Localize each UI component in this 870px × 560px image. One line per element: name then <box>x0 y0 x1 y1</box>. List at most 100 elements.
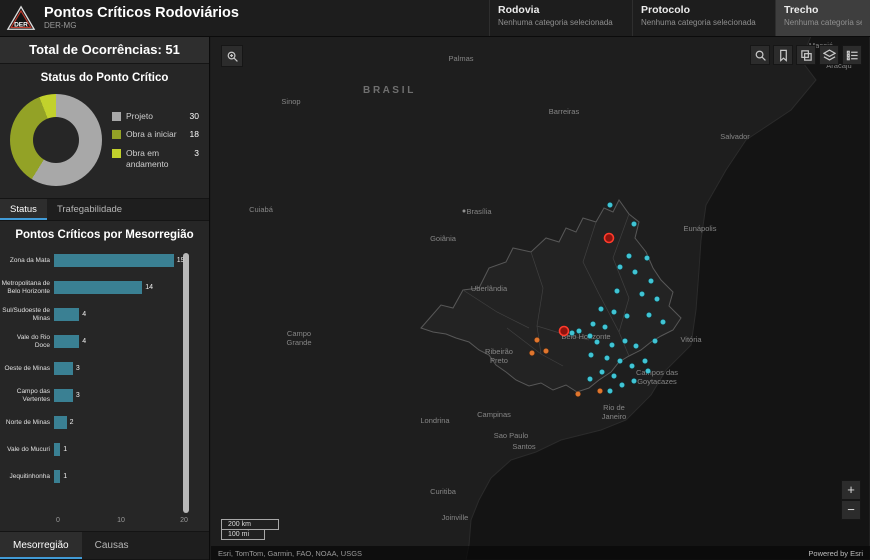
map-container[interactable]: B R A S I LPalmasMaceióAracajuSalvadorSi… <box>211 36 870 560</box>
map-point-orange[interactable] <box>575 391 580 396</box>
bar-row[interactable]: Oeste de Minas3 <box>0 355 209 382</box>
scale-km-label: 200 km <box>221 519 279 530</box>
map-label: Campos dasGoytacazes <box>636 368 678 386</box>
page-title: Pontos Críticos Rodoviários <box>44 6 239 21</box>
map-point-cyan[interactable] <box>619 382 624 387</box>
map-point-cyan[interactable] <box>617 264 622 269</box>
brasilia-capital-dot <box>463 210 466 213</box>
map-point-cyan[interactable] <box>660 319 665 324</box>
bar[interactable] <box>54 254 174 267</box>
map-point-cyan[interactable] <box>622 338 627 343</box>
map-point-cyan[interactable] <box>642 358 647 363</box>
filter-trecho[interactable]: TrechoNenhuma categoria selecionada <box>775 0 870 36</box>
map-point-cyan[interactable] <box>604 355 609 360</box>
bar-row[interactable]: Campo das Vertentes3 <box>0 382 209 409</box>
map-point-cyan[interactable] <box>614 288 619 293</box>
bar[interactable] <box>54 308 79 321</box>
map-point-cyan[interactable] <box>611 373 616 378</box>
logo-text: DER <box>14 21 28 28</box>
page-subtitle: DER-MG <box>44 22 239 30</box>
chart-scrollbar[interactable] <box>183 253 189 513</box>
map-point-cyan[interactable] <box>609 342 614 347</box>
bar-row[interactable]: Metropolitana de Belo Horizonte14 <box>0 274 209 301</box>
map-point-cyan[interactable] <box>626 253 631 258</box>
map-point-cyan[interactable] <box>648 278 653 283</box>
bar[interactable] <box>54 362 73 375</box>
map-point-cyan[interactable] <box>617 358 622 363</box>
zoom-in-button[interactable]: + <box>841 480 861 500</box>
map-point-cyan[interactable] <box>645 368 650 373</box>
map-point-cyan[interactable] <box>587 333 592 338</box>
map-point-cyan[interactable] <box>594 339 599 344</box>
map-point-cyan[interactable] <box>632 269 637 274</box>
map-point-cyan[interactable] <box>590 321 595 326</box>
map-canvas[interactable]: B R A S I LPalmasMaceióAracajuSalvadorSi… <box>211 36 870 560</box>
map-point-cyan[interactable] <box>598 306 603 311</box>
bar[interactable] <box>54 335 79 348</box>
filter-value: Nenhuma categoria selecionada <box>784 18 862 27</box>
map-point-cyan[interactable] <box>607 202 612 207</box>
layers-button[interactable] <box>819 45 839 65</box>
legend-item[interactable]: Projeto30 <box>112 111 199 122</box>
filter-label: Protocolo <box>641 4 767 16</box>
tab-trafegabilidade[interactable]: Trafegabilidade <box>47 199 132 220</box>
filter-rodovia[interactable]: RodoviaNenhuma categoria selecionada <box>489 0 632 36</box>
map-point-cyan[interactable] <box>611 309 616 314</box>
status-donut-chart[interactable] <box>10 94 102 186</box>
map-point-cyan[interactable] <box>629 363 634 368</box>
map-point-orange[interactable] <box>597 388 602 393</box>
bar-category-label: Vale do Mucuri <box>0 446 54 453</box>
tab-mesorregiao[interactable]: Mesorregião <box>0 532 82 559</box>
filter-protocolo[interactable]: ProtocoloNenhuma categoria selecionada <box>632 0 775 36</box>
map-point-cyan[interactable] <box>631 378 636 383</box>
bar[interactable] <box>54 416 67 429</box>
bar-category-label: Norte de Minas <box>0 419 54 426</box>
bar-row[interactable]: Vale do Rio Doce4 <box>0 328 209 355</box>
legend-item[interactable]: Obra a iniciar18 <box>112 129 199 140</box>
map-point-cyan[interactable] <box>607 388 612 393</box>
map-point-cyan[interactable] <box>588 352 593 357</box>
bar[interactable] <box>54 389 73 402</box>
map-point-cyan[interactable] <box>646 312 651 317</box>
map-point-cyan[interactable] <box>644 255 649 260</box>
map-point-cyan[interactable] <box>652 338 657 343</box>
bookmark-button[interactable] <box>773 45 793 65</box>
map-point-orange[interactable] <box>534 337 539 342</box>
map-point-cyan[interactable] <box>602 324 607 329</box>
map-point-cyan[interactable] <box>576 328 581 333</box>
map-label: Sinop <box>281 97 300 106</box>
tab-causas[interactable]: Causas <box>82 532 142 559</box>
map-point-orange[interactable] <box>543 348 548 353</box>
map-label: Santos <box>512 442 536 451</box>
bar[interactable] <box>54 470 60 483</box>
map-point-cyan[interactable] <box>639 291 644 296</box>
search-button[interactable] <box>750 45 770 65</box>
map-point-cyan[interactable] <box>599 369 604 374</box>
map-point-red[interactable] <box>605 234 614 243</box>
map-point-cyan[interactable] <box>587 376 592 381</box>
bar-row[interactable]: Jequitinhonha1 <box>0 463 209 490</box>
attribution-text: Esri, TomTom, Garmin, FAO, NOAA, USGS <box>218 549 362 558</box>
map-point-cyan[interactable] <box>631 221 636 226</box>
map-point-cyan[interactable] <box>569 330 574 335</box>
bar[interactable] <box>54 281 142 294</box>
legend-item[interactable]: Obra em andamento3 <box>112 148 199 169</box>
map-point-cyan[interactable] <box>624 313 629 318</box>
bar-category-label: Metropolitana de Belo Horizonte <box>0 280 54 295</box>
map-label: CampoGrande <box>286 329 311 347</box>
bar[interactable] <box>54 443 60 456</box>
bar-row[interactable]: Vale do Mucuri1 <box>0 436 209 463</box>
bar-value: 4 <box>82 338 86 345</box>
map-point-orange[interactable] <box>529 350 534 355</box>
tab-status[interactable]: Status <box>0 199 47 220</box>
map-point-cyan[interactable] <box>654 296 659 301</box>
map-point-cyan[interactable] <box>633 343 638 348</box>
map-point-red[interactable] <box>560 327 569 336</box>
default-extent-button[interactable] <box>221 45 243 67</box>
basemap-button[interactable] <box>796 45 816 65</box>
bar-row[interactable]: Sul/Sudoeste de Minas4 <box>0 301 209 328</box>
legend-button[interactable] <box>842 45 862 65</box>
zoom-out-button[interactable]: − <box>841 500 861 520</box>
bar-row[interactable]: Zona da Mata19 <box>0 247 209 274</box>
bar-row[interactable]: Norte de Minas2 <box>0 409 209 436</box>
